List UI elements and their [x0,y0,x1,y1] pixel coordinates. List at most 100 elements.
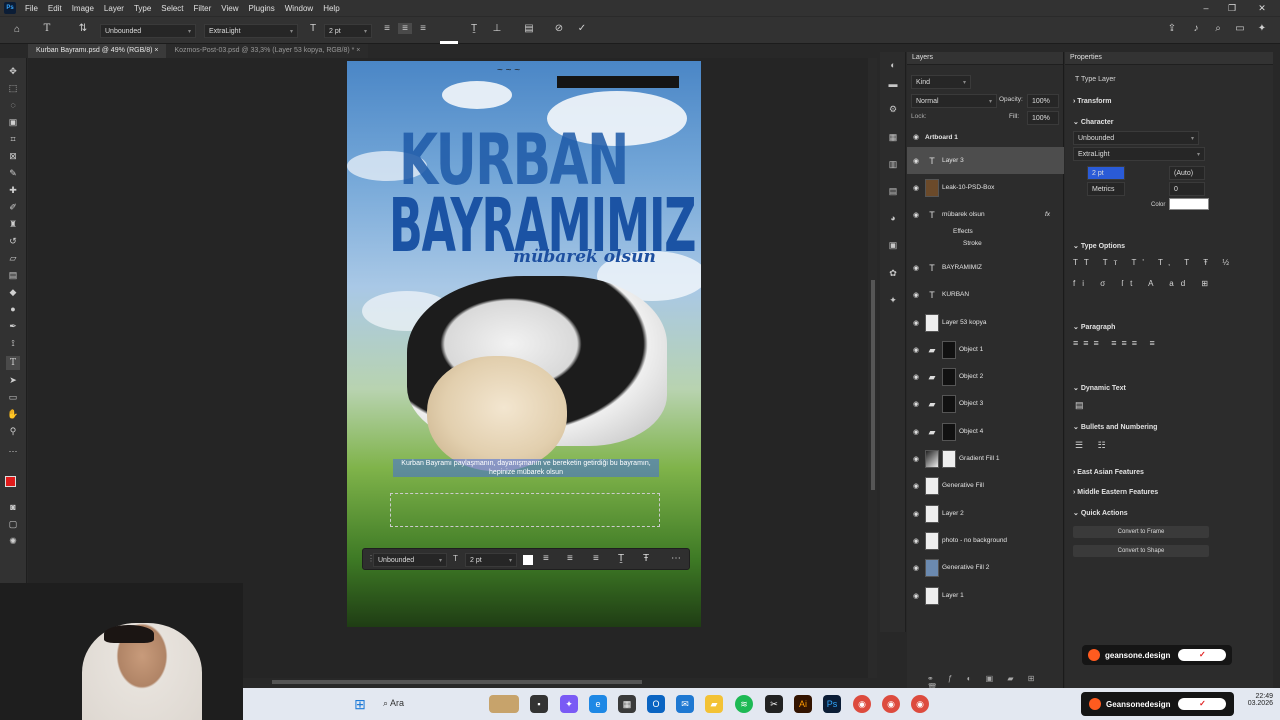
layers-panel-title[interactable]: Layers [907,52,1063,65]
photoshop-taskbar-icon[interactable]: Ps [823,695,841,713]
minimize-icon[interactable]: – [1196,0,1216,16]
rectangle-tool-icon[interactable]: ▭ [6,390,20,404]
menu-select[interactable]: Select [156,4,188,13]
align-left-icon[interactable]: ≡ [380,23,394,34]
layer-row[interactable]: ◉ ▰ Object 1 [907,336,1064,363]
capcut-icon[interactable]: ✂ [765,695,783,713]
layer-row[interactable]: ◉ photo - no background [907,527,1064,554]
type-style-buttons[interactable]: TT Tт T' T, T Ŧ ½ [1073,258,1235,267]
layer-row[interactable]: ◉ Generative Fill [907,472,1064,499]
visibility-eye-icon[interactable]: ◉ [907,455,925,463]
hand-tool-icon[interactable]: ✋ [6,407,20,421]
properties-panel-title[interactable]: Properties [1065,52,1273,65]
layer-row[interactable]: ◉ Layer 53 kopya [907,309,1064,336]
pen-tool-icon[interactable]: ✒ [6,319,20,333]
layer-row[interactable]: ◉ T Layer 3 [907,147,1064,174]
outlook-icon[interactable]: O [647,695,665,713]
lasso-tool-icon[interactable]: ◌ [6,98,20,112]
workspace-icon[interactable]: ▭ [1233,23,1247,34]
windows-start-icon[interactable]: ⊞ [351,695,369,713]
stroke-effect-row[interactable]: Stroke [907,237,1064,249]
healing-tool-icon[interactable]: ✚ [6,183,20,197]
ctx-align-center-icon[interactable]: ≡ [567,553,573,564]
quick-actions-section[interactable]: ⌄ Quick Actions [1073,509,1128,517]
visibility-eye-icon[interactable]: ◉ [907,211,925,219]
text-orientation-icon[interactable]: ⇅ [76,23,90,34]
menu-edit[interactable]: Edit [43,4,67,13]
font-size-select[interactable]: 2 pt ▾ [324,24,372,38]
settings-icon[interactable]: ✦ [1255,23,1269,34]
visibility-eye-icon[interactable]: ◉ [907,482,925,490]
eraser-tool-icon[interactable]: ▱ [6,251,20,265]
store-icon[interactable]: ▦ [618,695,636,713]
paragraph-section[interactable]: ⌄ Paragraph [1073,323,1115,331]
visibility-eye-icon[interactable]: ◉ [907,428,925,436]
restore-icon[interactable]: ❐ [1222,0,1242,16]
panels-toggle-icon[interactable]: ▤ [522,23,536,34]
quick-mask-icon[interactable]: ◙ [6,500,20,514]
layer-filter-kind[interactable]: Kind ▾ [911,75,971,89]
cancel-icon[interactable]: ⊘ [552,23,566,34]
screen-mode-icon[interactable]: ▢ [6,517,20,531]
object-select-tool-icon[interactable]: ▣ [6,115,20,129]
visibility-eye-icon[interactable]: ◉ [907,184,925,192]
mail-icon[interactable]: ✉ [676,695,694,713]
menu-image[interactable]: Image [67,4,99,13]
dynamic-text-section[interactable]: ⌄ Dynamic Text [1073,384,1126,392]
menu-window[interactable]: Window [280,4,318,13]
visibility-eye-icon[interactable]: ◉ [907,537,925,545]
horizontal-scroll-thumb[interactable] [272,680,642,684]
copilot-icon[interactable]: ✦ [560,695,578,713]
history-icon[interactable]: ▣ [886,240,900,254]
prop-font-size-input[interactable]: 2 pt [1087,166,1125,180]
visibility-eye-icon[interactable]: ◉ [907,400,925,408]
prop-tracking-input[interactable]: 0 [1169,182,1205,196]
text-bounding-box[interactable] [390,493,660,527]
align-right-icon[interactable]: ≡ [416,23,430,34]
eyedropper-tool-icon[interactable]: ✎ [6,166,20,180]
type-tool-icon[interactable]: T [40,23,54,34]
ctx-align-left-icon[interactable]: ≡ [543,553,549,564]
prop-font-family-select[interactable]: Unbounded ▾ [1073,131,1199,145]
opentype-buttons[interactable]: fi σ ſt A ad ⊞ [1073,279,1215,288]
layer-row[interactable]: ◉ T BAYRAMIMIZ [907,254,1064,281]
layers-strip-icon[interactable]: ▤ [886,186,900,200]
gradient-tool-icon[interactable]: ▤ [6,268,20,282]
tab-kurban[interactable]: Kurban Bayramı.psd @ 49% (RGB/8) × [28,44,167,58]
middle-eastern-section[interactable]: › Middle Eastern Features [1073,489,1158,496]
visibility-eye-icon[interactable]: ◉ [907,133,925,141]
ctx-color-swatch[interactable] [523,555,533,565]
path-select-tool-icon[interactable]: ➤ [6,373,20,387]
effects-row[interactable]: Effects [907,225,1064,237]
notifications-icon[interactable]: ♪ [1189,23,1203,34]
artboard[interactable]: ~ ~ ~ KURBAN BAYRAMIMIZ mübarek olsun Ku… [347,61,701,627]
actions-icon[interactable]: ✿ [886,268,900,282]
share-icon[interactable]: ⇪ [1165,23,1179,34]
menu-file[interactable]: File [20,4,43,13]
commit-icon[interactable]: ✓ [575,23,589,34]
blur-tool-icon[interactable]: ◆ [6,285,20,299]
bullet-list-icons[interactable]: ☰ ☷ [1075,440,1112,451]
weather-widget-icon[interactable] [489,695,519,713]
convert-to-frame-button[interactable]: Convert to Frame [1073,526,1209,538]
more-tools-icon[interactable]: ⋯ [6,444,20,458]
close-icon[interactable]: ✕ [1252,0,1272,16]
dynamic-text-icon[interactable]: ▤ [1075,400,1084,411]
align-center-icon[interactable]: ≡ [398,23,412,34]
ctx-more-icon[interactable]: ⋯ [671,553,681,564]
close-tab-icon[interactable]: × [154,47,158,54]
visibility-eye-icon[interactable]: ◉ [907,373,925,381]
brush-tool-icon[interactable]: ✐ [6,200,20,214]
font-style-select[interactable]: ExtraLight ▾ [204,24,298,38]
menu-plugins[interactable]: Plugins [244,4,280,13]
ctx-align-right-icon[interactable]: ≡ [593,553,599,564]
chrome-profile2-icon[interactable]: ◉ [911,695,929,713]
generative-tool-icon[interactable]: ✺ [6,534,20,548]
dodge-tool-icon[interactable]: ● [6,302,20,316]
paragraph-align-buttons[interactable]: ≡≡≡ ≡≡≡ ≡ [1073,338,1160,348]
marquee-tool-icon[interactable]: ⬚ [6,81,20,95]
selected-text-box[interactable]: Kurban Bayramı paylaşmanın, dayanışmanın… [393,459,659,477]
opacity-input[interactable]: 100% [1027,94,1059,108]
visibility-eye-icon[interactable]: ◉ [907,264,925,272]
character-panel-icon[interactable]: ⊥ [490,23,504,34]
